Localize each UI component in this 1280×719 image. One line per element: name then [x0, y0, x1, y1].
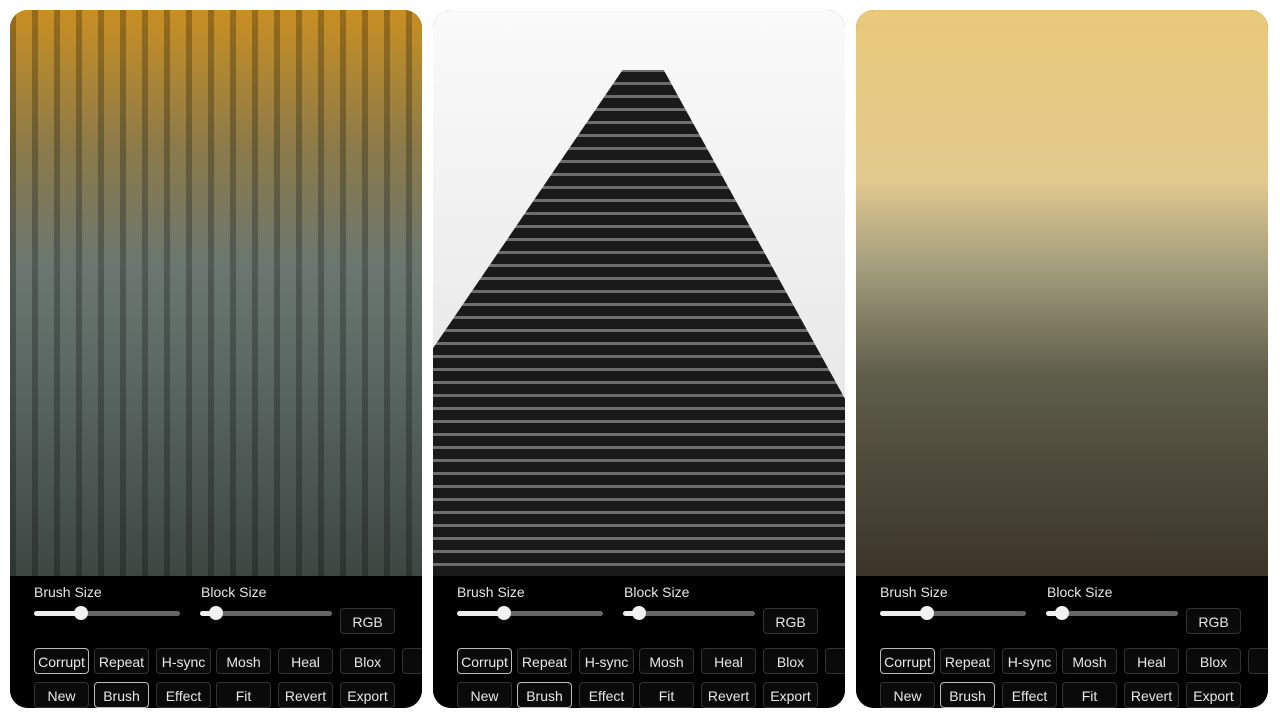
brush-size-label: Brush Size: [880, 584, 948, 600]
effect-button-h-sync[interactable]: H-sync: [1002, 648, 1057, 674]
block-size-label: Block Size: [1047, 584, 1113, 600]
block-size-slider[interactable]: [200, 606, 332, 620]
slider-knob[interactable]: [208, 606, 223, 620]
effect-button-blox[interactable]: Blox: [1186, 648, 1241, 674]
action-button-brush[interactable]: Brush: [517, 682, 572, 708]
effect-button-repeat[interactable]: Repeat: [94, 648, 149, 674]
edited-photo-canvas[interactable]: [433, 10, 845, 576]
effect-button-blox[interactable]: Blox: [340, 648, 395, 674]
edited-photo-canvas[interactable]: [10, 10, 422, 576]
brush-size-label: Brush Size: [34, 584, 102, 600]
effect-button-h-sync[interactable]: H-sync: [579, 648, 634, 674]
brush-size-label: Brush Size: [457, 584, 525, 600]
phone-screen: Brush Size Block Size RGB Corrupt Repeat H-sy…: [433, 10, 845, 708]
action-button-brush[interactable]: Brush: [940, 682, 995, 708]
action-button-fit[interactable]: Fit: [1062, 682, 1117, 708]
action-button-export[interactable]: Export: [1186, 682, 1241, 708]
effect-button-mosh[interactable]: Mosh: [216, 648, 271, 674]
action-button-new[interactable]: New: [457, 682, 512, 708]
action-button-effect[interactable]: Effect: [579, 682, 634, 708]
brush-size-slider[interactable]: [880, 606, 1026, 620]
phone-screen: Brush Size Block Size RGB Corrupt Repeat H-sy…: [10, 10, 422, 708]
action-button-new[interactable]: New: [880, 682, 935, 708]
action-button-fit[interactable]: Fit: [639, 682, 694, 708]
action-button-revert[interactable]: Revert: [1124, 682, 1179, 708]
slider-knob[interactable]: [919, 606, 934, 620]
control-panel: Brush Size Block Size RGB Corrupt Repeat H-sy…: [856, 576, 1268, 708]
effect-button-corrupt[interactable]: Corrupt: [457, 648, 512, 674]
block-size-slider[interactable]: [623, 606, 755, 620]
brush-size-slider[interactable]: [457, 606, 603, 620]
effect-button-mosh[interactable]: Mosh: [639, 648, 694, 674]
control-panel: Brush Size Block Size RGB Corrupt Repeat H-sy…: [433, 576, 845, 708]
action-button-brush[interactable]: Brush: [94, 682, 149, 708]
action-button-effect[interactable]: Effect: [156, 682, 211, 708]
brush-size-slider[interactable]: [34, 606, 180, 620]
rgb-button[interactable]: RGB: [763, 608, 818, 634]
effect-button-heal[interactable]: Heal: [278, 648, 333, 674]
rgb-button[interactable]: RGB: [340, 608, 395, 634]
effect-button-ex[interactable]: Ex: [402, 648, 422, 674]
effect-button-ex[interactable]: Ex: [1248, 648, 1268, 674]
block-size-slider[interactable]: [1046, 606, 1178, 620]
effect-button-corrupt[interactable]: Corrupt: [34, 648, 89, 674]
action-button-revert[interactable]: Revert: [278, 682, 333, 708]
slider-knob[interactable]: [631, 606, 646, 620]
action-button-export[interactable]: Export: [763, 682, 818, 708]
slider-knob[interactable]: [496, 606, 511, 620]
rgb-button[interactable]: RGB: [1186, 608, 1241, 634]
effect-button-ex[interactable]: Ex: [825, 648, 845, 674]
action-button-effect[interactable]: Effect: [1002, 682, 1057, 708]
effect-button-h-sync[interactable]: H-sync: [156, 648, 211, 674]
slider-knob[interactable]: [73, 606, 88, 620]
effect-button-repeat[interactable]: Repeat: [940, 648, 995, 674]
effect-button-corrupt[interactable]: Corrupt: [880, 648, 935, 674]
effect-button-heal[interactable]: Heal: [701, 648, 756, 674]
action-button-revert[interactable]: Revert: [701, 682, 756, 708]
control-panel: Brush Size Block Size RGB Corrupt Repeat H-sy…: [10, 576, 422, 708]
edited-photo-canvas[interactable]: [856, 10, 1268, 576]
effect-button-blox[interactable]: Blox: [763, 648, 818, 674]
action-button-fit[interactable]: Fit: [216, 682, 271, 708]
action-button-new[interactable]: New: [34, 682, 89, 708]
phone-screen: Brush Size Block Size RGB Corrupt Repeat H-sy…: [856, 10, 1268, 708]
action-button-export[interactable]: Export: [340, 682, 395, 708]
block-size-label: Block Size: [624, 584, 690, 600]
slider-knob[interactable]: [1054, 606, 1069, 620]
block-size-label: Block Size: [201, 584, 267, 600]
effect-button-repeat[interactable]: Repeat: [517, 648, 572, 674]
effect-button-mosh[interactable]: Mosh: [1062, 648, 1117, 674]
effect-button-heal[interactable]: Heal: [1124, 648, 1179, 674]
